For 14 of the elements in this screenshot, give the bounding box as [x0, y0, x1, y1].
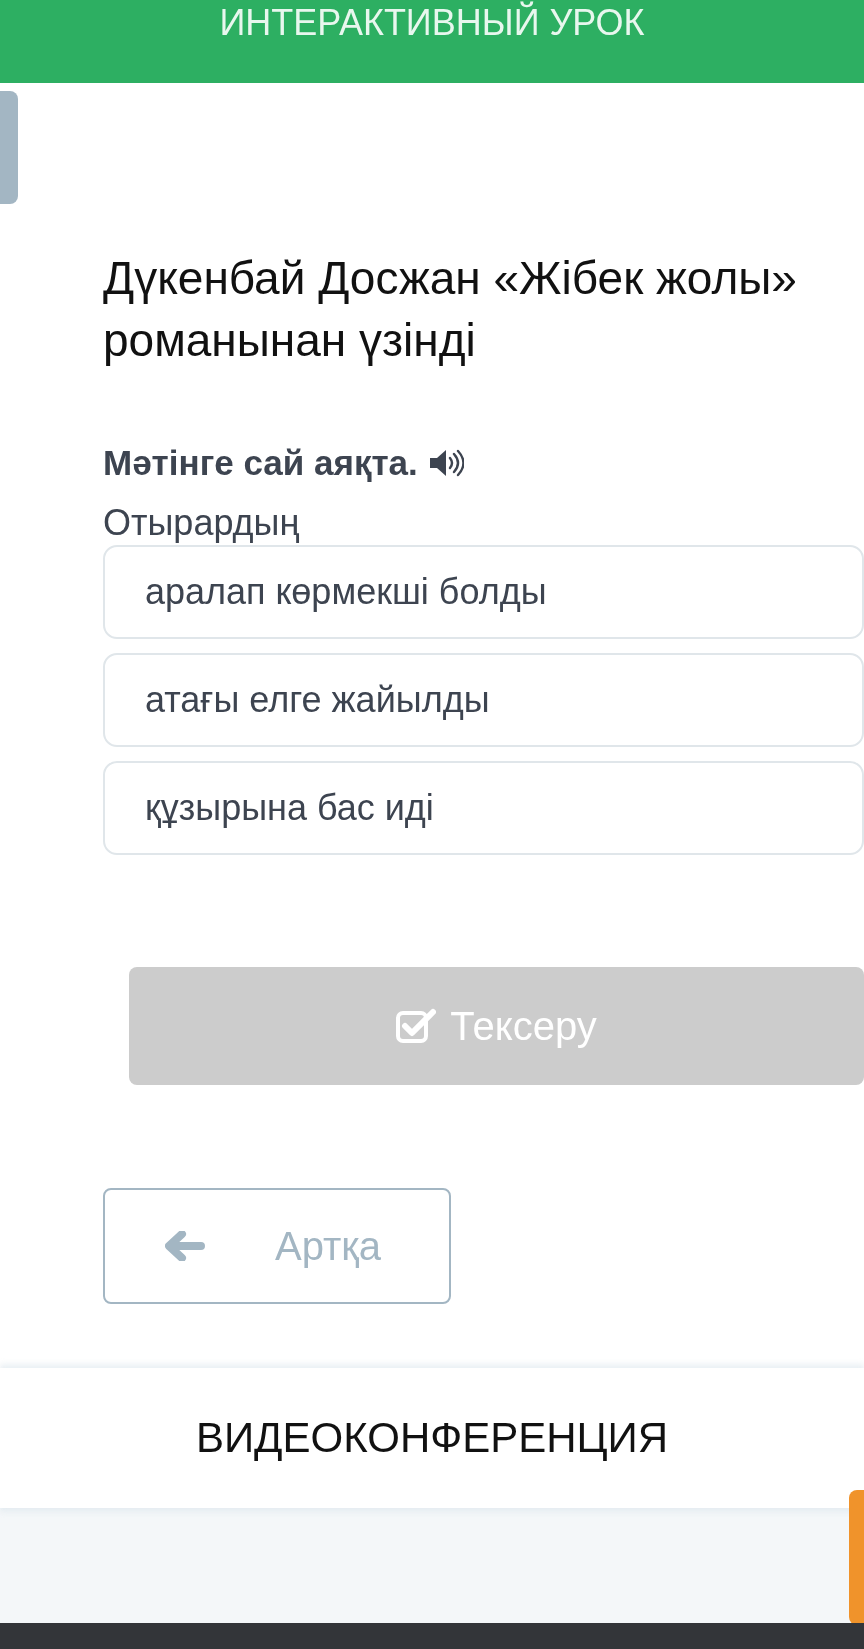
answer-option[interactable]: атағы елге жайылды: [103, 653, 864, 747]
speaker-icon[interactable]: [427, 448, 464, 478]
checkbox-icon: [396, 1008, 437, 1044]
answer-option[interactable]: құзырына бас иді: [103, 761, 864, 855]
arrow-left-icon: [165, 1231, 205, 1261]
lesson-title: романынан үзінді: [103, 313, 476, 368]
side-tab[interactable]: [0, 91, 18, 204]
instruction-text: Мәтінге сай аяқта.: [103, 443, 418, 483]
prompt-text: Отырардың: [103, 501, 301, 545]
answer-option[interactable]: аралап көрмекші болды: [103, 545, 864, 639]
footer-title[interactable]: ВИДЕОКОНФЕРЕНЦИЯ: [195, 1414, 669, 1462]
header-title: ИНТЕРАКТИВНЫЙ УРОК: [219, 2, 645, 44]
side-tab[interactable]: [849, 1490, 864, 1625]
lesson-title: Дүкенбай Досжан «Жібек жолы»: [103, 251, 797, 306]
